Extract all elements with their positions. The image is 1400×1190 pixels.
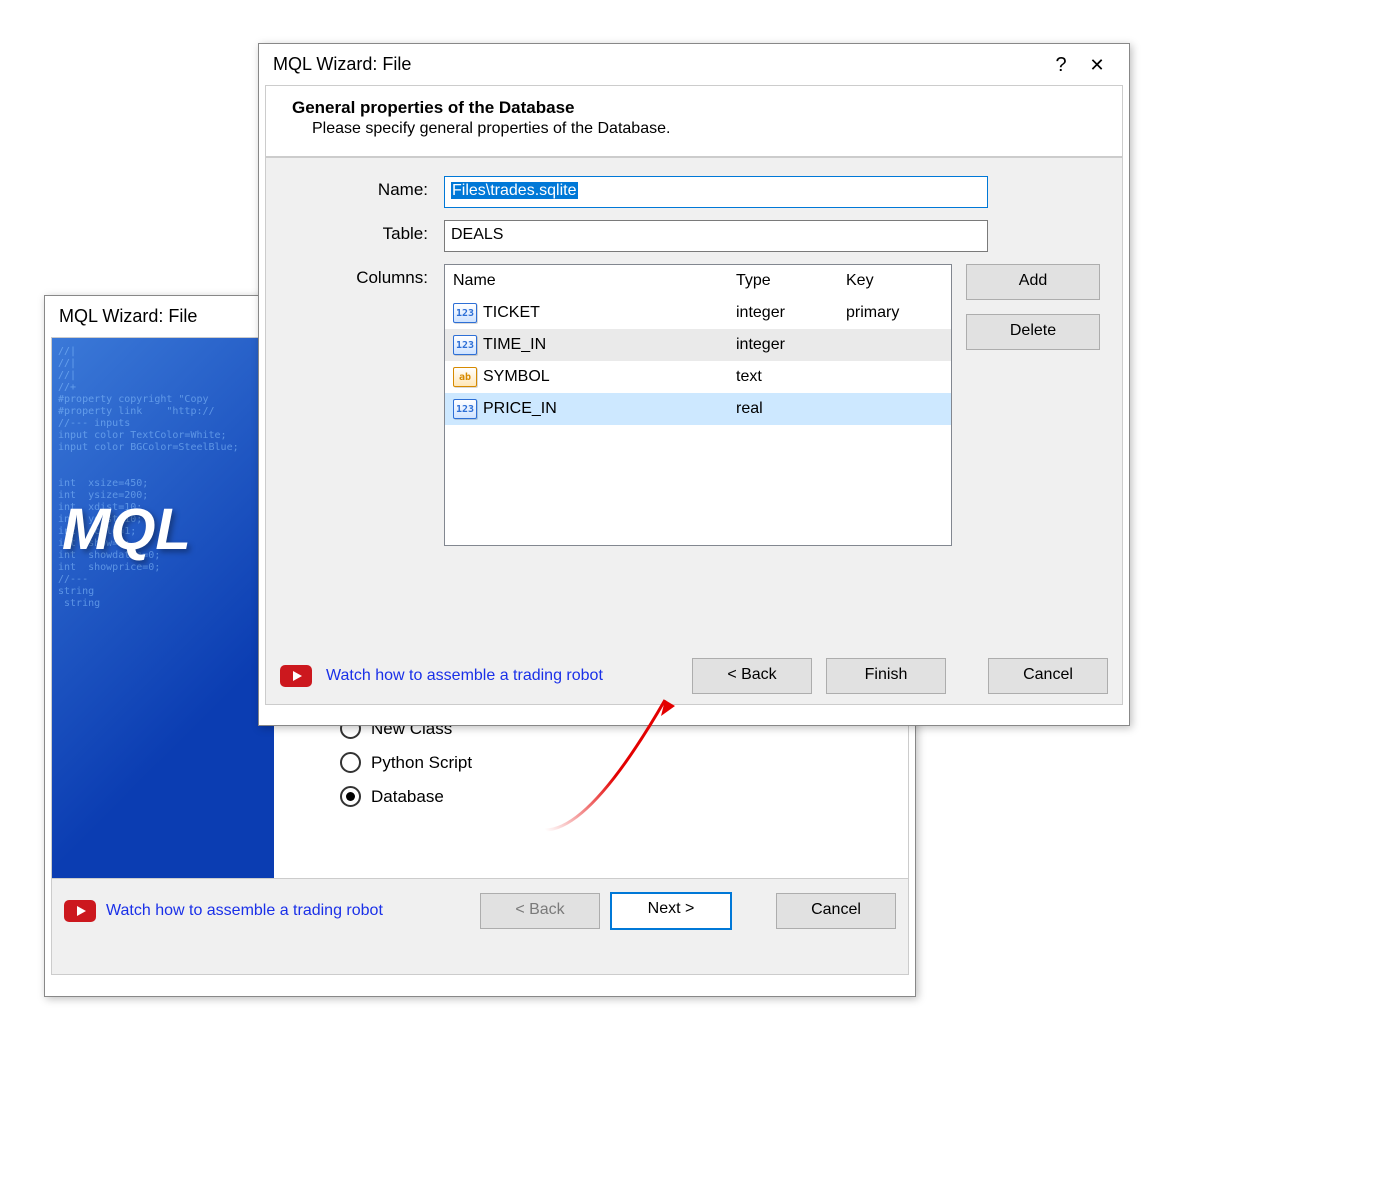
back-button: < Back [480,893,600,929]
column-name: PRICE_IN [483,400,557,418]
radio-python-script[interactable]: Python Script [340,752,878,773]
datatype-icon [453,399,477,419]
wizard-sidebar-image: //| //| //| //+ #property copyright "Cop… [52,338,274,878]
table-row[interactable]: SYMBOL text [445,361,951,393]
col-header-type[interactable]: Type [736,272,846,290]
help-icon[interactable]: ? [1043,55,1079,75]
column-type: integer [736,304,846,322]
youtube-icon[interactable] [280,665,312,687]
column-type: integer [736,336,846,354]
table-row[interactable]: TICKET integerprimary [445,297,951,329]
close-icon[interactable]: ✕ [1079,56,1115,74]
column-name: TIME_IN [483,336,546,354]
radio-icon [340,786,361,807]
col-header-key[interactable]: Key [846,272,951,290]
radio-label: Database [371,787,444,807]
column-name: TICKET [483,304,540,322]
cancel-button[interactable]: Cancel [988,658,1108,694]
datatype-icon [453,367,477,387]
radio-icon [340,752,361,773]
delete-button[interactable]: Delete [966,314,1100,350]
page-subheading: Please specify general properties of the… [292,120,1096,138]
back-button[interactable]: < Back [692,658,812,694]
page-heading: General properties of the Database [292,98,1096,118]
wizard-database-page: MQL Wizard: File ? ✕ General properties … [258,43,1130,726]
titlebar: MQL Wizard: File ? ✕ [259,44,1129,79]
name-input[interactable]: Files\trades.sqlite [444,176,988,208]
radio-database[interactable]: Database [340,786,878,807]
column-type: text [736,368,846,386]
table-label: Table: [288,220,444,244]
datatype-icon [453,335,477,355]
next-button[interactable]: Next > [610,892,732,930]
youtube-icon[interactable] [64,900,96,922]
finish-button[interactable]: Finish [826,658,946,694]
table-input[interactable]: DEALS [444,220,988,252]
name-label: Name: [288,176,444,200]
table-row[interactable]: PRICE_IN real [445,393,951,425]
radio-label: Python Script [371,753,472,773]
columns-label: Columns: [288,264,444,288]
col-header-name[interactable]: Name [445,272,736,290]
mql-logo: MQL [62,496,191,563]
datatype-icon [453,303,477,323]
add-button[interactable]: Add [966,264,1100,300]
table-row[interactable]: TIME_IN integer [445,329,951,361]
window-title: MQL Wizard: File [273,54,1043,75]
tutorial-link[interactable]: Watch how to assemble a trading robot [326,667,603,685]
cancel-button[interactable]: Cancel [776,893,896,929]
columns-table[interactable]: Name Type Key TICKET integerprimary TIME_I… [444,264,952,546]
column-key: primary [846,304,951,322]
tutorial-link[interactable]: Watch how to assemble a trading robot [106,902,383,920]
column-type: real [736,400,846,418]
column-name: SYMBOL [483,368,550,386]
